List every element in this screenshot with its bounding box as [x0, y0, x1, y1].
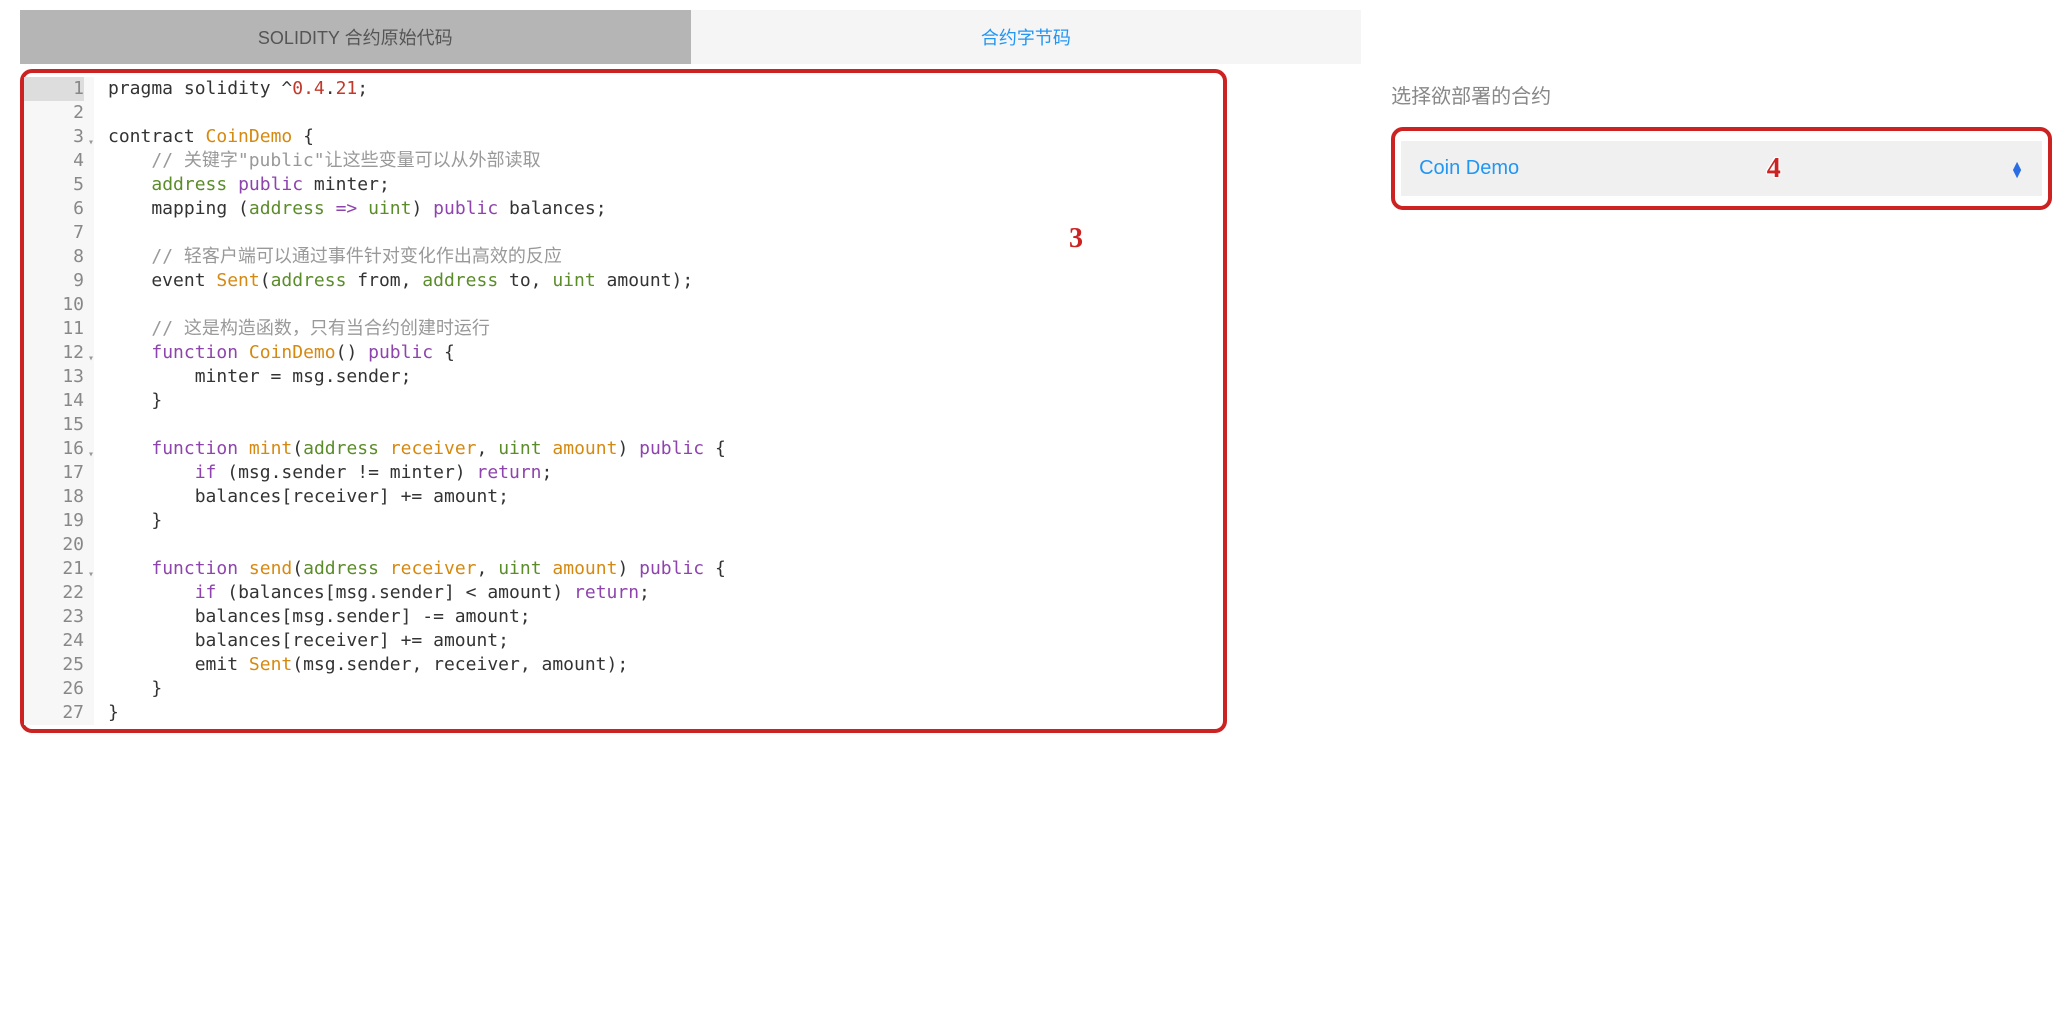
select-arrows-icon: ▲▼	[2010, 161, 2024, 177]
gutter-line: 27	[24, 701, 84, 725]
gutter-line: 5	[24, 173, 84, 197]
code-line[interactable]: emit Sent(msg.sender, receiver, amount);	[108, 653, 1223, 677]
code-line[interactable]	[108, 221, 1223, 245]
gutter-line: 6	[24, 197, 84, 221]
tab-solidity-source[interactable]: SOLIDITY 合约原始代码	[20, 10, 691, 64]
gutter-line: 15	[24, 413, 84, 437]
gutter-line: 14	[24, 389, 84, 413]
code-line[interactable]: }	[108, 677, 1223, 701]
code-line[interactable]: }	[108, 701, 1223, 725]
tab-bytecode[interactable]: 合约字节码	[691, 10, 1362, 64]
gutter-line: 20	[24, 533, 84, 557]
gutter-line: 9	[24, 269, 84, 293]
gutter-line: 16	[24, 437, 84, 461]
contract-select-label: 选择欲部署的合约	[1391, 80, 2052, 109]
gutter-line: 23	[24, 605, 84, 629]
gutter-line: 7	[24, 221, 84, 245]
gutter-line: 25	[24, 653, 84, 677]
code-line[interactable]: // 关键字"public"让这些变量可以从外部读取	[108, 149, 1223, 173]
code-line[interactable]: contract CoinDemo {	[108, 125, 1223, 149]
gutter-line: 24	[24, 629, 84, 653]
code-line[interactable]	[108, 533, 1223, 557]
editor-code[interactable]: pragma solidity ^0.4.21; contract CoinDe…	[94, 77, 1223, 725]
gutter-line: 17	[24, 461, 84, 485]
gutter-line: 26	[24, 677, 84, 701]
code-line[interactable]: function send(address receiver, uint amo…	[108, 557, 1223, 581]
tabs: SOLIDITY 合约原始代码 合约字节码	[20, 10, 1361, 64]
code-line[interactable]	[108, 293, 1223, 317]
contract-select[interactable]: Coin Demo ▲▼	[1401, 141, 2042, 196]
code-line[interactable]: event Sent(address from, address to, uin…	[108, 269, 1223, 293]
code-line[interactable]: balances[receiver] += amount;	[108, 485, 1223, 509]
gutter-line: 2	[24, 101, 84, 125]
code-line[interactable]: minter = msg.sender;	[108, 365, 1223, 389]
gutter-line: 11	[24, 317, 84, 341]
code-line[interactable]: function CoinDemo() public {	[108, 341, 1223, 365]
gutter-line: 3	[24, 125, 84, 149]
code-line[interactable]: if (balances[msg.sender] < amount) retur…	[108, 581, 1223, 605]
gutter-line: 18	[24, 485, 84, 509]
code-line[interactable]: }	[108, 509, 1223, 533]
gutter-line: 19	[24, 509, 84, 533]
contract-select-highlight: 4 Coin Demo ▲▼	[1391, 127, 2052, 210]
callout-marker-4: 4	[1767, 153, 1781, 185]
gutter-line: 12	[24, 341, 84, 365]
gutter-line: 13	[24, 365, 84, 389]
code-line[interactable]: pragma solidity ^0.4.21;	[108, 77, 1223, 101]
code-line[interactable]: }	[108, 389, 1223, 413]
callout-marker-3: 3	[1069, 223, 1083, 255]
gutter-line: 10	[24, 293, 84, 317]
code-line[interactable]: balances[msg.sender] -= amount;	[108, 605, 1223, 629]
code-editor[interactable]: 3 12345678910111213141516171819202122232…	[20, 69, 1227, 733]
gutter-line: 21	[24, 557, 84, 581]
code-line[interactable]: // 轻客户端可以通过事件针对变化作出高效的反应	[108, 245, 1223, 269]
code-line[interactable]: function mint(address receiver, uint amo…	[108, 437, 1223, 461]
code-line[interactable]: if (msg.sender != minter) return;	[108, 461, 1223, 485]
contract-select-value: Coin Demo	[1419, 157, 1519, 180]
gutter-line: 8	[24, 245, 84, 269]
code-line[interactable]	[108, 101, 1223, 125]
code-line[interactable]	[108, 413, 1223, 437]
gutter-line: 22	[24, 581, 84, 605]
code-line[interactable]: address public minter;	[108, 173, 1223, 197]
code-line[interactable]: // 这是构造函数，只有当合约创建时运行	[108, 317, 1223, 341]
code-line[interactable]: mapping (address => uint) public balance…	[108, 197, 1223, 221]
code-line[interactable]: balances[receiver] += amount;	[108, 629, 1223, 653]
gutter-line: 4	[24, 149, 84, 173]
editor-gutter: 1234567891011121314151617181920212223242…	[24, 77, 94, 725]
gutter-line: 1	[24, 77, 84, 101]
